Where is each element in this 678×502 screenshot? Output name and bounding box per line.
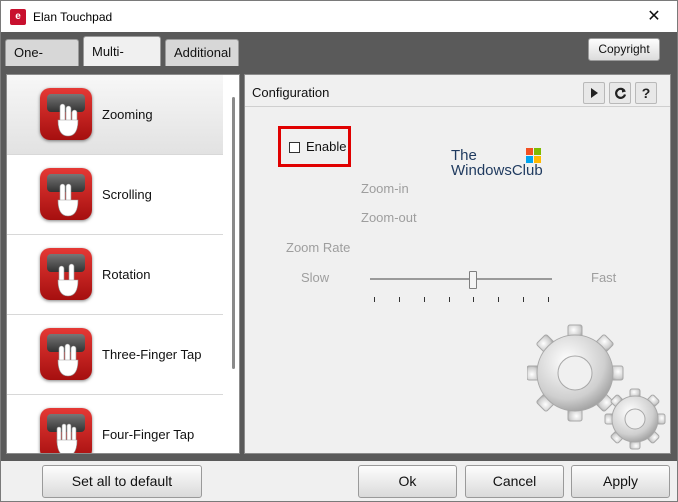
enable-checkbox[interactable] <box>289 142 300 153</box>
slider-tick <box>548 297 549 302</box>
gesture-label: Rotation <box>102 267 151 282</box>
four-finger-tap-icon <box>40 408 92 453</box>
elan-logo-icon: e <box>10 9 26 25</box>
content-area: Zooming Scrolling Rotation Three-Finger … <box>1 66 677 461</box>
slider-tick <box>423 297 425 302</box>
slider-track <box>370 278 552 280</box>
title-bar: e Elan Touchpad ✕ <box>1 1 677 32</box>
gesture-item-zooming[interactable]: Zooming <box>7 75 223 155</box>
set-all-default-button[interactable]: Set all to default <box>42 465 202 498</box>
play-button[interactable] <box>583 82 605 104</box>
gesture-label: Four-Finger Tap <box>102 427 195 442</box>
rotation-gesture-icon <box>40 248 92 300</box>
elan-touchpad-window: e Elan Touchpad ✕ One-finger Multi-finge… <box>0 0 678 502</box>
tab-additional[interactable]: Additional <box>165 39 239 66</box>
gesture-item-three-finger-tap[interactable]: Three-Finger Tap <box>7 315 223 395</box>
enable-highlight: Enable <box>278 126 351 167</box>
slider-tick <box>398 297 400 302</box>
tab-one-finger[interactable]: One-finger <box>5 39 79 85</box>
gesture-item-rotation[interactable]: Rotation <box>7 235 223 315</box>
slow-label: Slow <box>301 270 330 285</box>
watermark: The WindowsClub <box>451 148 543 178</box>
tab-multi-finger[interactable]: Multi-finger <box>83 36 161 88</box>
gesture-label: Three-Finger Tap <box>102 347 202 362</box>
three-finger-tap-icon <box>40 328 92 380</box>
gesture-list: Zooming Scrolling Rotation Three-Finger … <box>6 74 240 454</box>
gears-icon <box>527 324 666 450</box>
slider-tick <box>498 297 500 302</box>
apply-button[interactable]: Apply <box>571 465 670 498</box>
zoom-in-label: Zoom-in <box>361 181 409 196</box>
gesture-label: Scrolling <box>102 187 152 202</box>
slider-tick <box>374 297 375 302</box>
slider-tick <box>448 297 450 302</box>
button-bar: Set all to default Ok Cancel Apply <box>1 461 677 501</box>
zoom-gesture-icon <box>40 88 92 140</box>
gesture-item-four-finger-tap[interactable]: Four-Finger Tap <box>7 395 223 453</box>
configuration-panel: Configuration ? Enable The WindowsClub Z… <box>244 74 671 454</box>
zoom-out-label: Zoom-out <box>361 210 417 225</box>
gesture-label: Zooming <box>102 107 153 122</box>
slider-tick <box>523 297 525 302</box>
zoom-rate-label: Zoom Rate <box>286 240 351 255</box>
configuration-header: Configuration ? <box>245 75 670 107</box>
close-button[interactable]: ✕ <box>631 1 677 32</box>
slider-thumb[interactable] <box>469 271 478 289</box>
windows-logo-icon <box>526 148 541 163</box>
refresh-icon <box>614 87 626 99</box>
configuration-title: Configuration <box>252 85 330 100</box>
gesture-list-scrollbar[interactable] <box>232 97 235 369</box>
tab-strip: One-finger Multi-finger Additional <box>1 32 677 88</box>
copyright-button[interactable]: Copyright <box>588 38 660 61</box>
play-icon <box>591 88 598 98</box>
enable-label[interactable]: Enable <box>306 139 346 154</box>
gesture-item-scrolling[interactable]: Scrolling <box>7 155 223 235</box>
refresh-button[interactable] <box>609 82 631 104</box>
cancel-button[interactable]: Cancel <box>465 465 564 498</box>
watermark-line2: WindowsClub <box>451 162 543 179</box>
scroll-gesture-icon <box>40 168 92 220</box>
fast-label: Fast <box>591 270 617 285</box>
ok-button[interactable]: Ok <box>358 465 457 498</box>
zoom-rate-slider[interactable] <box>370 271 552 311</box>
help-button[interactable]: ? <box>635 82 657 104</box>
window-title: Elan Touchpad <box>33 10 113 24</box>
slider-tick <box>473 297 475 302</box>
